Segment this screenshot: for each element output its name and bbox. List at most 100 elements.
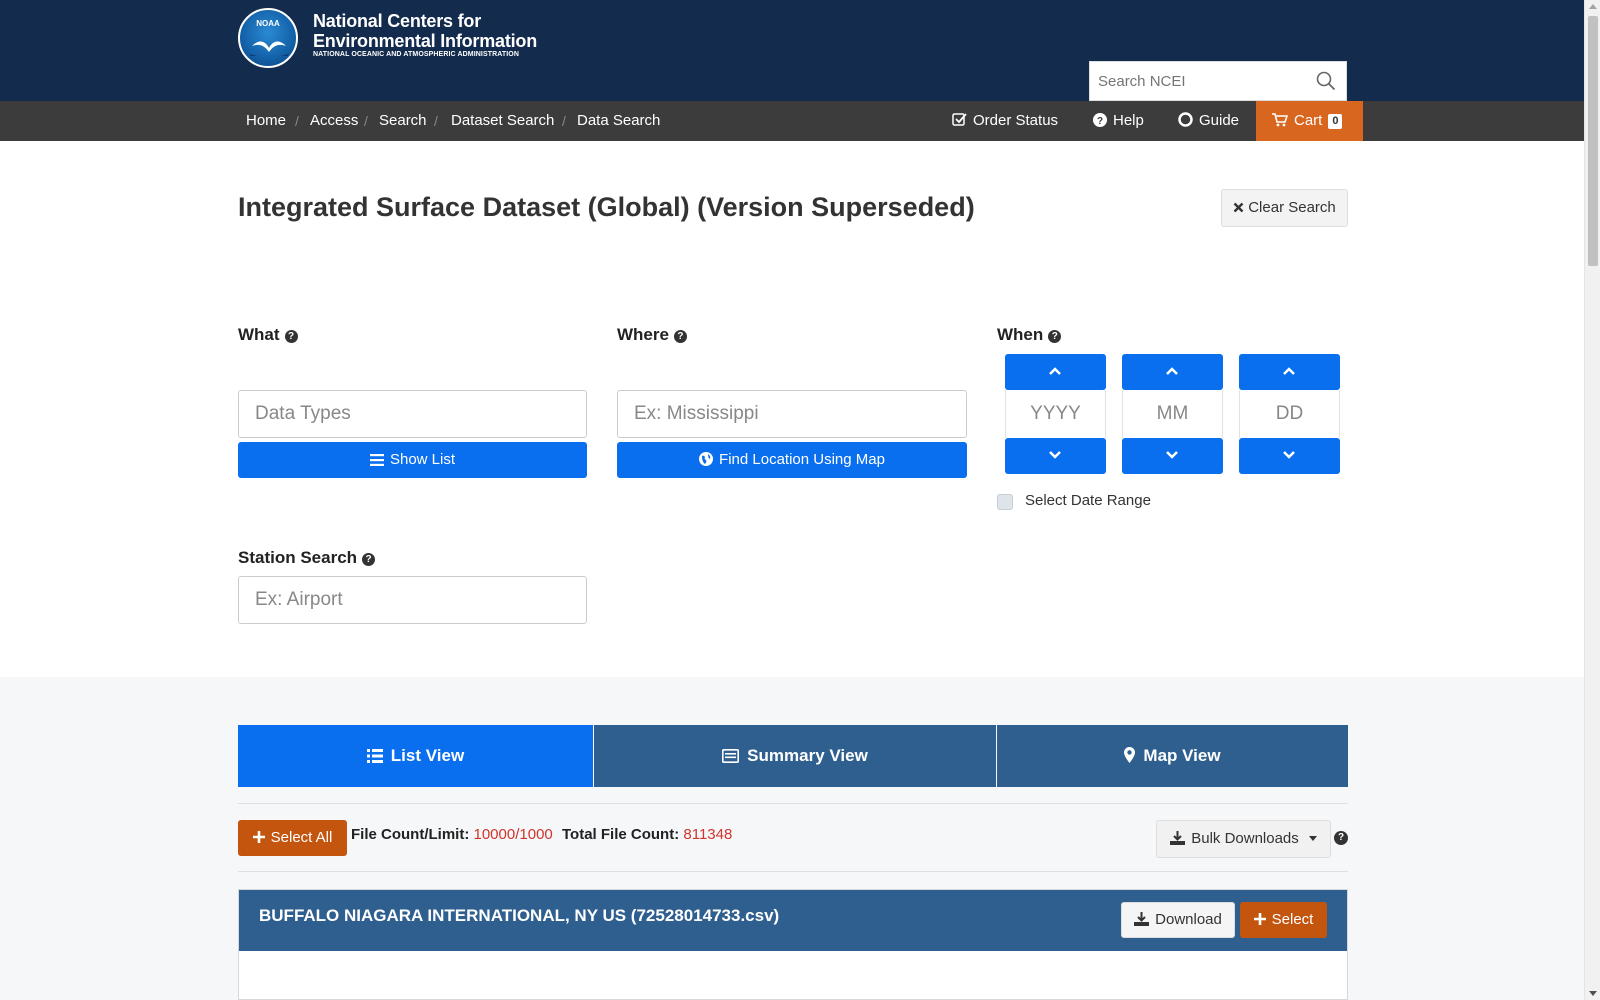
- help-link[interactable]: ? Help: [1093, 101, 1144, 141]
- noaa-logo[interactable]: NOAA: [238, 8, 298, 68]
- file-count-value: 10000/1000: [473, 826, 553, 843]
- breadcrumb-separator: /: [562, 113, 566, 129]
- where-label: Where: [617, 325, 669, 344]
- what-label: What: [238, 325, 280, 344]
- page-scrollbar[interactable]: [1584, 0, 1600, 1000]
- where-help-icon[interactable]: ?: [673, 330, 687, 343]
- find-location-label: Find Location Using Map: [719, 451, 885, 468]
- org-parent-name: NATIONAL OCEANIC AND ATMOSPHERIC ADMINIS…: [313, 51, 520, 58]
- tab-summary-view[interactable]: Summary View: [594, 725, 996, 787]
- breadcrumb-home[interactable]: Home: [246, 101, 286, 141]
- site-search: [1089, 61, 1347, 101]
- when-label: When: [997, 325, 1044, 344]
- tab-summary-view-label: Summary View: [747, 746, 868, 765]
- check-square-icon: [952, 113, 967, 126]
- life-ring-icon: [1178, 112, 1193, 127]
- nav-bar: Home / Access / Search / Dataset Search …: [0, 101, 1584, 141]
- divider: [238, 871, 1348, 872]
- result-item-header: BUFFALO NIAGARA INTERNATIONAL, NY US (72…: [239, 890, 1347, 951]
- select-all-label: Select All: [270, 829, 333, 846]
- caret-down-icon: [1308, 836, 1317, 841]
- what-help-icon[interactable]: ?: [284, 330, 298, 343]
- year-increment-button[interactable]: [1005, 354, 1106, 390]
- station-search-label: Station Search: [238, 548, 358, 567]
- site-header: NOAA National Centers for Environmental …: [0, 0, 1584, 101]
- station-help-icon[interactable]: ?: [362, 553, 376, 566]
- scrollbar-thumb[interactable]: [1588, 16, 1598, 266]
- seagull-icon: [250, 41, 288, 56]
- site-search-input[interactable]: [1090, 62, 1310, 100]
- year-decrement-button[interactable]: [1005, 438, 1106, 474]
- page: NOAA National Centers for Environmental …: [0, 0, 1584, 1000]
- download-icon: [1170, 831, 1186, 845]
- close-icon: [1233, 202, 1244, 213]
- chevron-down-icon: [1166, 451, 1178, 459]
- divider: [238, 803, 1348, 804]
- month-increment-button[interactable]: [1122, 354, 1223, 390]
- download-label: Download: [1155, 911, 1222, 928]
- help-label: Help: [1113, 112, 1144, 129]
- when-heading: When?: [997, 325, 1062, 345]
- guide-label: Guide: [1199, 112, 1240, 129]
- day-increment-button[interactable]: [1239, 354, 1340, 390]
- clear-search-button[interactable]: Clear Search: [1221, 189, 1348, 227]
- select-all-button[interactable]: Select All: [238, 820, 347, 856]
- select-button[interactable]: Select: [1240, 902, 1327, 938]
- breadcrumb-data-search: Data Search: [577, 112, 661, 129]
- chevron-down-icon: [1283, 451, 1295, 459]
- date-range-checkbox[interactable]: [997, 494, 1013, 510]
- breadcrumb-access[interactable]: Access: [310, 101, 358, 141]
- day-input[interactable]: [1239, 390, 1340, 438]
- show-list-button[interactable]: Show List: [238, 442, 587, 478]
- date-range-label[interactable]: Select Date Range: [1025, 492, 1151, 509]
- breadcrumb-dataset-search[interactable]: Dataset Search: [451, 101, 554, 141]
- org-name-line2: Environmental Information: [313, 31, 538, 51]
- select-label: Select: [1271, 911, 1314, 928]
- page-title: Integrated Surface Dataset (Global) (Ver…: [238, 192, 975, 222]
- chevron-up-icon: [1283, 367, 1295, 375]
- svg-text:?: ?: [1097, 116, 1103, 127]
- guide-link[interactable]: Guide: [1178, 101, 1239, 141]
- file-count: File Count/Limit: 10000/1000: [351, 826, 553, 843]
- chevron-up-icon: [1049, 367, 1061, 375]
- download-icon: [1134, 912, 1150, 926]
- download-button[interactable]: Download: [1121, 902, 1235, 938]
- tab-list-view[interactable]: List View: [238, 725, 593, 787]
- breadcrumb-search[interactable]: Search: [379, 101, 427, 141]
- show-list-label: Show List: [389, 451, 456, 468]
- breadcrumb-separator: /: [434, 113, 438, 129]
- year-input[interactable]: [1005, 390, 1106, 438]
- when-help-icon[interactable]: ?: [1048, 330, 1062, 343]
- cart-label: Cart: [1294, 112, 1323, 129]
- what-heading: What?: [238, 325, 298, 345]
- org-name-line1: National Centers for: [313, 11, 482, 31]
- cart-count-badge: 0: [1328, 114, 1343, 129]
- order-status-link[interactable]: Order Status: [952, 101, 1058, 141]
- total-file-count: Total File Count: 811348: [562, 826, 732, 843]
- bulk-downloads-label: Bulk Downloads: [1191, 830, 1299, 847]
- plus-icon: [1253, 913, 1266, 925]
- scroll-up-arrow-icon[interactable]: [1589, 4, 1597, 9]
- cart-button[interactable]: Cart 0: [1256, 101, 1363, 141]
- bulk-downloads-dropdown[interactable]: Bulk Downloads: [1156, 820, 1331, 858]
- search-icon[interactable]: [1316, 71, 1336, 91]
- tab-list-view-label: List View: [390, 746, 465, 765]
- station-search-input[interactable]: [238, 576, 587, 624]
- total-file-count-label: Total File Count:: [562, 826, 680, 843]
- data-types-input[interactable]: [238, 390, 587, 438]
- total-file-count-value: 811348: [683, 826, 733, 843]
- breadcrumb-separator: /: [364, 113, 368, 129]
- scroll-down-arrow-icon[interactable]: [1589, 991, 1597, 996]
- location-input[interactable]: [617, 390, 967, 438]
- chevron-down-icon: [1049, 451, 1061, 459]
- find-location-map-button[interactable]: Find Location Using Map: [617, 442, 967, 478]
- tab-map-view[interactable]: Map View: [997, 725, 1348, 787]
- order-status-label: Order Status: [973, 112, 1059, 129]
- noaa-logo-text: NOAA: [256, 19, 280, 28]
- bulk-downloads-help-icon[interactable]: ?: [1334, 831, 1348, 845]
- day-decrement-button[interactable]: [1239, 438, 1340, 474]
- month-input[interactable]: [1122, 390, 1223, 438]
- month-decrement-button[interactable]: [1122, 438, 1223, 474]
- clear-search-label: Clear Search: [1248, 199, 1336, 216]
- station-search-heading: Station Search?: [238, 548, 376, 568]
